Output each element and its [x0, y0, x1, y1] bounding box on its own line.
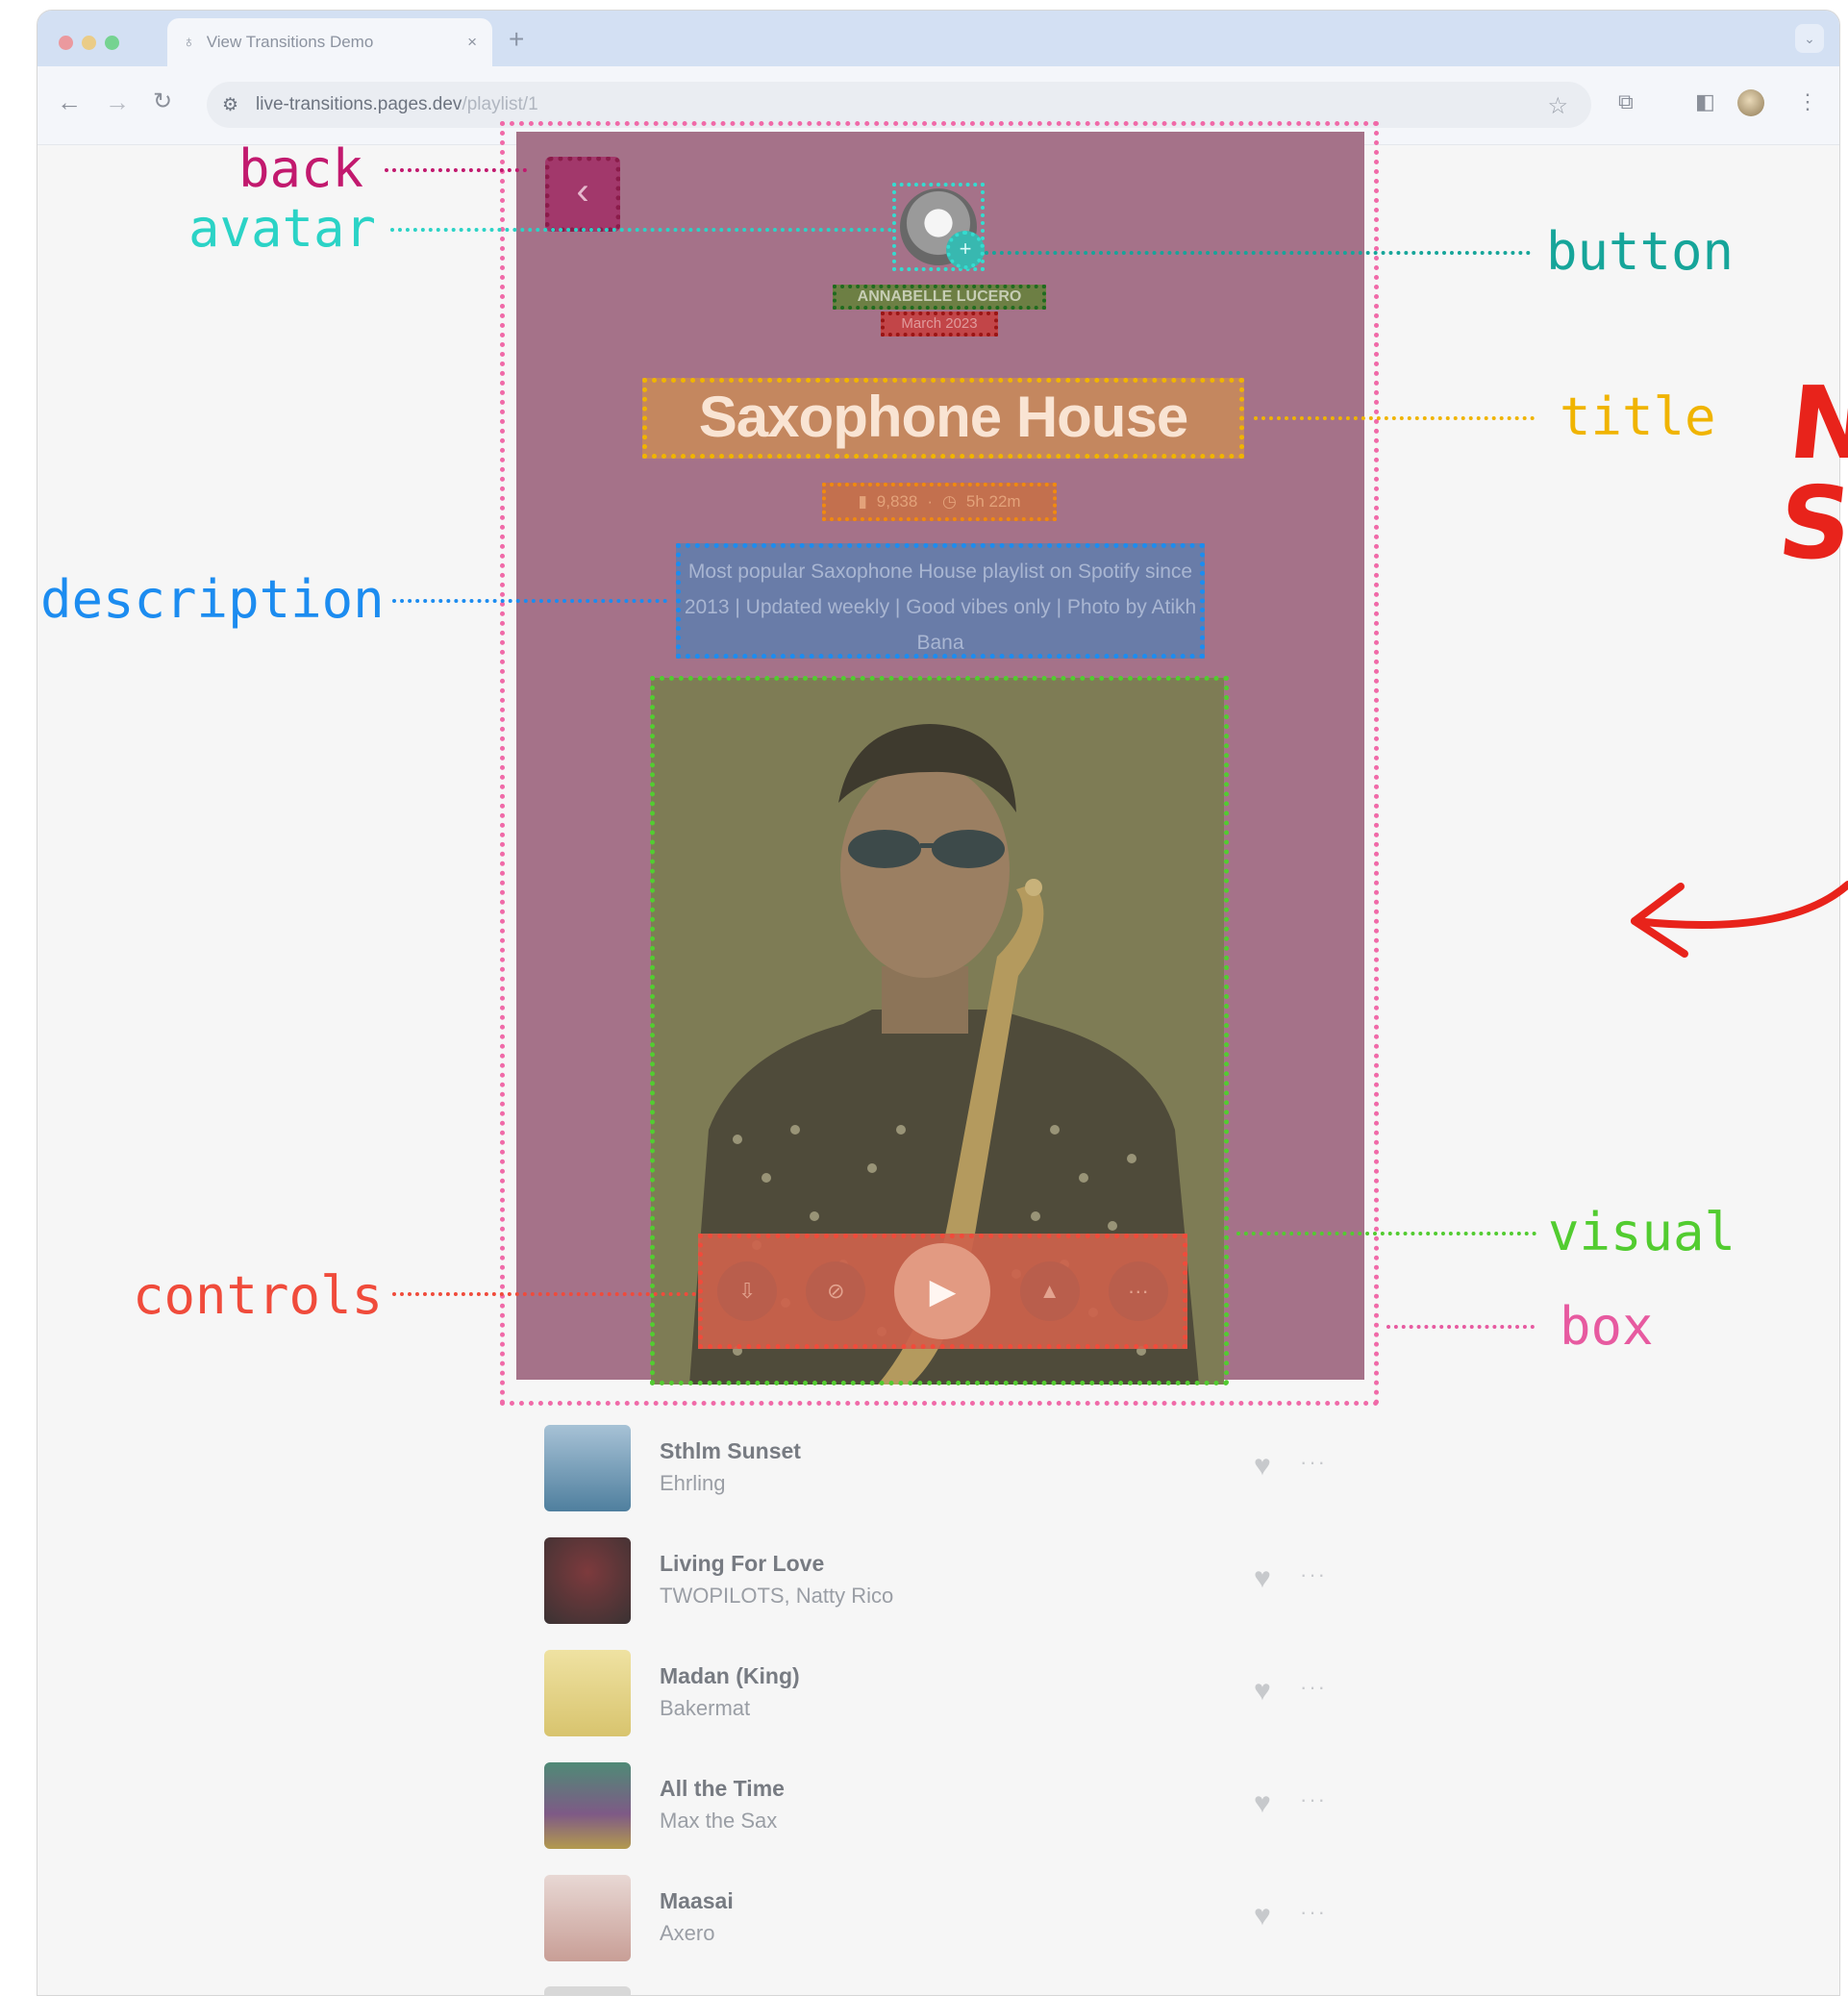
site-settings-icon[interactable]: ⚙ [222, 94, 238, 116]
tab-close-icon[interactable]: × [467, 33, 477, 52]
side-panel-icon[interactable]: ◧ [1695, 89, 1715, 114]
heart-icon[interactable]: ♥ [1254, 1675, 1271, 1708]
ellipsis-icon[interactable]: ··· [1300, 1787, 1327, 1812]
annotation-box-leader [1386, 1325, 1535, 1329]
forward-arrow-icon[interactable]: → [105, 87, 130, 117]
track-name: Sthlm Sunset [660, 1438, 801, 1463]
url-text: live-transitions.pages.dev/playlist/1 [256, 94, 538, 115]
download-button[interactable]: ⇩ [717, 1261, 778, 1321]
track-artist: TWOPILOTS, Natty Rico [660, 1584, 894, 1608]
menu-icon[interactable]: ⋮ [1797, 89, 1818, 114]
play-button[interactable]: ▶ [894, 1243, 991, 1339]
profile-avatar[interactable] [1737, 89, 1764, 116]
track-artist: Bakermat [660, 1696, 751, 1720]
annotation-back-leader [385, 168, 527, 172]
chevron-left-icon: ‹ [576, 170, 589, 212]
bookmark-star-icon[interactable]: ☆ [1547, 92, 1568, 120]
reload-icon[interactable]: ↻ [153, 87, 172, 115]
annotation-title: title [1560, 387, 1716, 447]
tab-bar: ♁ View Transitions Demo × + ⌄ [37, 11, 1839, 66]
ellipsis-icon[interactable]: ··· [1300, 1562, 1327, 1587]
download-icon: ⇩ [737, 1279, 757, 1303]
ellipsis-icon: ··· [1127, 1279, 1149, 1303]
extensions-icon[interactable]: ⧉ [1618, 89, 1634, 114]
plays-icon: ▮ [858, 492, 867, 511]
playlist-duration: 5h 22m [965, 492, 1021, 511]
block-button[interactable]: ⊘ [806, 1261, 866, 1321]
track-thumbnail-partial [544, 1986, 631, 1996]
zoom-window-button[interactable] [105, 36, 119, 50]
tab-favicon-icon: ♁ [183, 33, 195, 51]
heart-icon[interactable]: ♥ [1254, 1787, 1271, 1820]
track-thumbnail [544, 1650, 631, 1736]
list-item[interactable]: Sthlm Sunset Ehrling ♥ ··· [538, 1425, 1385, 1521]
playback-controls: ⇩ ⊘ ▶ ▲ ··· [698, 1234, 1187, 1349]
annotation-avatar: avatar [188, 198, 377, 259]
playlist-description: Most popular Saxophone House playlist on… [676, 543, 1205, 659]
stats-separator: · [927, 492, 934, 511]
tab-title: View Transitions Demo [206, 33, 374, 51]
list-item[interactable]: All the Time Max the Sax ♥ ··· [538, 1762, 1385, 1859]
annotation-title-leader [1254, 416, 1535, 420]
plus-icon: + [959, 237, 972, 261]
track-thumbnail [544, 1762, 631, 1849]
close-window-button[interactable] [59, 36, 73, 50]
add-button[interactable]: + [946, 231, 985, 269]
track-name: Living For Love [660, 1551, 825, 1576]
list-item[interactable]: Madan (King) Bakermat ♥ ··· [538, 1650, 1385, 1746]
ellipsis-icon[interactable]: ··· [1300, 1450, 1327, 1475]
ellipsis-icon[interactable]: ··· [1300, 1675, 1327, 1700]
annotation-visual-leader [1236, 1232, 1536, 1235]
browser-tab[interactable]: ♁ View Transitions Demo × [167, 18, 492, 66]
annotation-button: button [1546, 221, 1735, 282]
annotation-avatar-leader [390, 228, 892, 232]
back-button[interactable]: ‹ [545, 157, 620, 232]
plays-count: 9,838 [876, 492, 918, 511]
back-arrow-icon[interactable]: ← [57, 87, 82, 117]
like-button[interactable]: ▲ [1019, 1261, 1080, 1321]
annotation-button-leader [985, 251, 1531, 255]
track-thumbnail [544, 1875, 631, 1961]
heart-icon[interactable]: ♥ [1254, 1900, 1271, 1933]
annotation-description-leader [392, 599, 667, 603]
track-thumbnail [544, 1537, 631, 1624]
ellipsis-icon[interactable]: ··· [1300, 1900, 1327, 1925]
list-item[interactable]: Living For Love TWOPILOTS, Natty Rico ♥ … [538, 1537, 1385, 1634]
more-button[interactable]: ··· [1108, 1261, 1168, 1321]
playlist-stats: ▮ 9,838 · ◷ 5h 22m [822, 483, 1057, 521]
block-icon: ⊘ [827, 1279, 845, 1303]
heart-icon[interactable]: ♥ [1254, 1450, 1271, 1483]
tab-search-chevron-icon[interactable]: ⌄ [1795, 24, 1824, 53]
pointer-arrow-icon [1631, 881, 1848, 958]
track-artist: Axero [660, 1921, 715, 1945]
track-name: Madan (King) [660, 1663, 800, 1688]
url-host: live-transitions.pages.dev [256, 94, 462, 114]
annotation-visual: visual [1548, 1202, 1736, 1262]
author-name: ANNABELLE LUCERO [833, 285, 1046, 310]
page-title: Saxophone House [642, 378, 1244, 459]
track-name: All the Time [660, 1776, 785, 1801]
annotation-back: back [238, 138, 364, 199]
annotation-controls-leader [392, 1292, 696, 1296]
clock-icon: ◷ [942, 492, 957, 511]
minimize-window-button[interactable] [82, 36, 96, 50]
track-name: Maasai [660, 1888, 734, 1913]
playlist-date: March 2023 [881, 312, 998, 337]
play-icon: ▶ [929, 1271, 957, 1310]
annotation-description: description [40, 569, 385, 630]
track-artist: Max the Sax [660, 1809, 778, 1833]
track-artist: Ehrling [660, 1471, 726, 1495]
annotation-box: box [1560, 1296, 1654, 1357]
url-path: /playlist/1 [462, 94, 538, 114]
annotation-controls: controls [133, 1265, 384, 1326]
new-tab-button[interactable]: + [509, 24, 524, 55]
handwritten-note-line-2: Sı [1773, 464, 1848, 582]
heart-icon[interactable]: ♥ [1254, 1562, 1271, 1595]
track-thumbnail [544, 1425, 631, 1511]
list-item[interactable]: Maasai Axero ♥ ··· [538, 1875, 1385, 1971]
handwritten-note-line-1: N [1784, 364, 1848, 482]
thumbs-up-icon: ▲ [1038, 1279, 1061, 1303]
